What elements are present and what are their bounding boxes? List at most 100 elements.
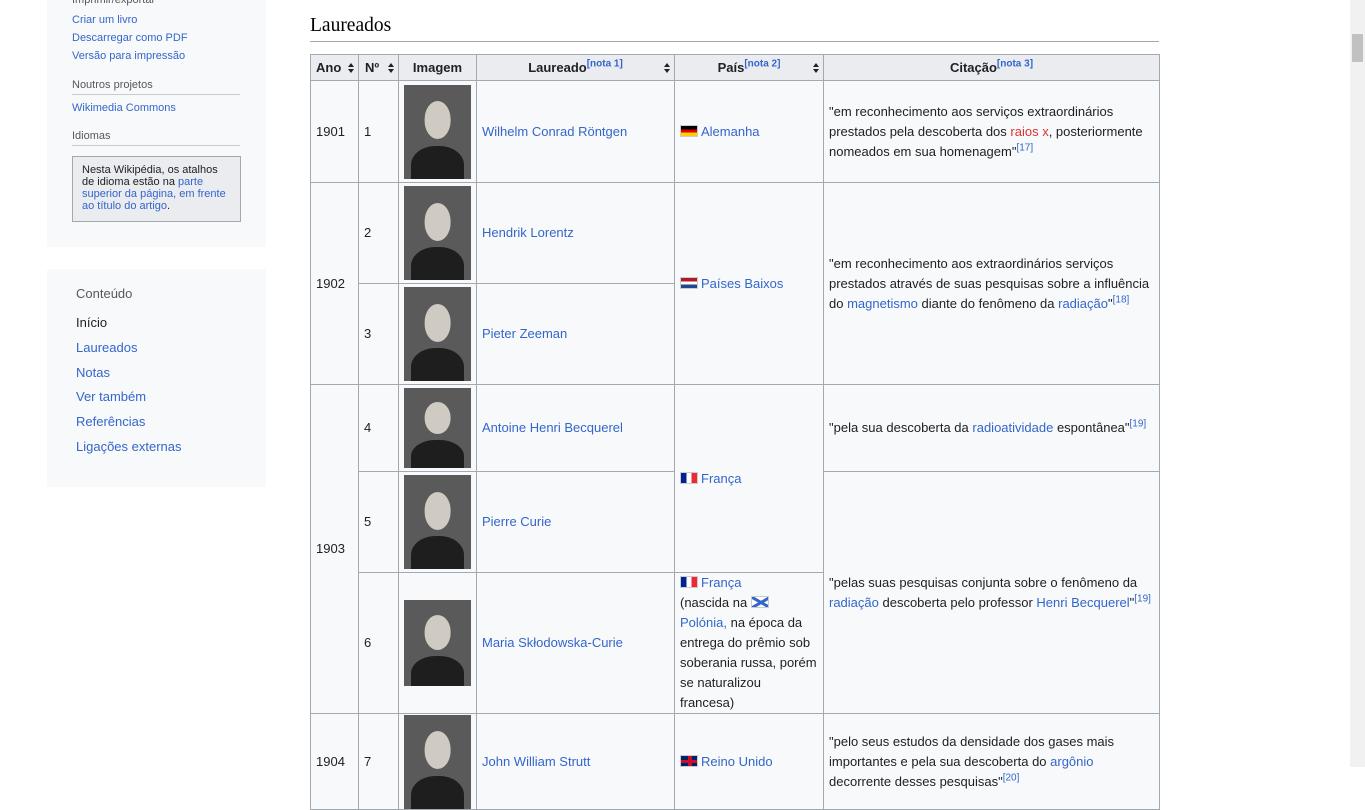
number-cell: 1 (358, 80, 399, 183)
image-cell (398, 384, 477, 472)
column-header-image: Imagem (398, 54, 477, 81)
laureate-link[interactable]: John William Strutt (482, 754, 590, 769)
scrollbar-thumb[interactable] (1352, 34, 1363, 62)
sort-icon[interactable] (348, 63, 354, 73)
number-cell: 6 (358, 572, 399, 714)
column-header-country[interactable]: País[nota 2] (674, 54, 824, 81)
toc-item-laureados[interactable]: Laureados (76, 340, 137, 355)
column-header-year[interactable]: Ano (310, 54, 359, 81)
toc-item-referencias[interactable]: Referências (76, 414, 145, 429)
language-notice-end: . (167, 200, 171, 212)
toc-item-notas[interactable]: Notas (76, 365, 110, 380)
country-link[interactable]: França (701, 471, 741, 486)
reference-link[interactable]: [18] (1113, 294, 1130, 305)
image-cell (398, 182, 477, 284)
column-header-citation: Citação[nota 3] (823, 54, 1160, 81)
citation-cell: "pelo seus estudos da densidade dos gase… (823, 713, 1160, 810)
laureate-cell: Pierre Curie (476, 471, 675, 573)
country-link[interactable]: Reino Unido (701, 754, 773, 769)
laureate-link[interactable]: Antoine Henri Becquerel (482, 420, 623, 435)
sort-icon[interactable] (813, 63, 819, 73)
wikimedia-commons-link[interactable]: Wikimedia Commons (72, 102, 176, 114)
languages-heading: Idiomas (72, 130, 240, 146)
year-header-label: Ano (316, 59, 342, 75)
germany-flag-icon (680, 124, 698, 137)
column-header-number[interactable]: Nº (358, 54, 399, 81)
image-cell (398, 713, 477, 810)
portrait-image[interactable] (404, 475, 471, 569)
country-cell: Reino Unido (674, 713, 824, 810)
country-header-label: País (717, 59, 745, 75)
number-cell: 5 (358, 471, 399, 573)
image-cell (398, 572, 477, 714)
portrait-image[interactable] (404, 388, 471, 468)
laureate-cell: Wilhelm Conrad Röntgen (476, 80, 675, 183)
country-link[interactable]: Países Baixos (701, 276, 783, 291)
reference-link[interactable]: [19] (1130, 419, 1147, 430)
sort-icon[interactable] (664, 63, 670, 73)
number-cell: 3 (358, 283, 399, 385)
reference-link[interactable]: [19] (1134, 593, 1151, 604)
citation-link[interactable]: radiação (1058, 296, 1108, 311)
table-of-contents: Conteúdo Início Laureados Notas Ver tamb… (47, 269, 266, 487)
citation-cell: "pela sua descoberta da radioatividade e… (823, 384, 1160, 472)
country-link[interactable]: França (701, 575, 741, 590)
citation-text: espontânea" (1053, 420, 1130, 435)
country-note-ref[interactable]: [nota 2] (744, 58, 780, 69)
laureate-link[interactable]: Wilhelm Conrad Röntgen (482, 124, 627, 139)
year-cell: 1901 (310, 80, 359, 183)
toc-item-ver-tambem[interactable]: Ver também (76, 389, 146, 404)
birth-country-link[interactable]: Polónia, (680, 615, 727, 630)
printable-version-link[interactable]: Versão para impressão (72, 50, 185, 62)
column-header-laureate[interactable]: Laureado[nota 1] (476, 54, 675, 81)
laureate-cell: Antoine Henri Becquerel (476, 384, 675, 472)
laureate-link[interactable]: Pieter Zeeman (482, 326, 567, 341)
year-cell: 1903 (310, 384, 359, 714)
citation-link[interactable]: argônio (1050, 754, 1093, 769)
portrait-image[interactable] (404, 714, 471, 809)
portrait-image[interactable] (404, 84, 471, 179)
section-title: Laureados (310, 15, 1159, 42)
toc-heading: Conteúdo (76, 286, 133, 301)
citation-text: "pela sua descoberta da (829, 420, 973, 435)
citation-link[interactable]: radiação (829, 595, 879, 610)
sort-icon[interactable] (388, 63, 394, 73)
portrait-image[interactable] (404, 287, 471, 381)
image-cell (398, 80, 477, 183)
print-export-heading: Imprimir/exportar (72, 0, 156, 6)
citation-header-label: Citação (949, 59, 997, 75)
laureate-cell: Pieter Zeeman (476, 283, 675, 385)
number-cell: 4 (358, 384, 399, 472)
france-flag-icon (680, 576, 698, 588)
birth-note-text: (nascida na (680, 595, 751, 610)
portrait-image[interactable] (404, 186, 471, 280)
vertical-scrollbar[interactable] (1350, 0, 1365, 767)
country-cell: França (nascida na Polónia, na época da e… (674, 572, 824, 714)
citation-link[interactable]: radioatividade (972, 420, 1053, 435)
table-row: 1903 4 Antoine Henri Becquerel França "p… (310, 384, 1160, 714)
portrait-image[interactable] (404, 600, 471, 686)
toc-item-inicio[interactable]: Início (76, 315, 107, 330)
laureate-link[interactable]: Hendrik Lorentz (482, 225, 574, 240)
citation-note-ref[interactable]: [nota 3] (997, 58, 1033, 69)
citation-link[interactable]: magnetismo (847, 296, 918, 311)
citation-link[interactable]: Henri Becquerel (1036, 595, 1129, 610)
citation-link[interactable]: raios x (1010, 124, 1048, 139)
citation-cell: "em reconhecimento aos serviços extraord… (823, 80, 1160, 183)
citation-cell: "em reconhecimento aos extraordinários s… (823, 182, 1160, 385)
country-link[interactable]: Alemanha (701, 124, 760, 139)
number-cell: 7 (358, 713, 399, 810)
laureate-link[interactable]: Maria Skłodowska-Curie (482, 635, 623, 650)
citation-text: decorrente desses pesquisas" (829, 773, 1003, 789)
create-book-link[interactable]: Criar um livro (72, 14, 137, 26)
laureate-note-ref[interactable]: [nota 1] (587, 58, 623, 69)
laureate-link[interactable]: Pierre Curie (482, 514, 551, 529)
laureates-table: Ano Nº Imagem Laureado[nota 1] País[nota… (310, 54, 1160, 810)
france-flag-icon (680, 471, 698, 484)
download-pdf-link[interactable]: Descarregar como PDF (72, 32, 188, 44)
reference-link[interactable]: [17] (1016, 142, 1033, 153)
language-notice-box: Nesta Wikipédia, os atalhos de idioma es… (72, 156, 241, 222)
toc-item-ligacoes-externas[interactable]: Ligações externas (76, 439, 182, 454)
reference-link[interactable]: [20] (1003, 772, 1020, 783)
country-cell: França (674, 384, 824, 573)
